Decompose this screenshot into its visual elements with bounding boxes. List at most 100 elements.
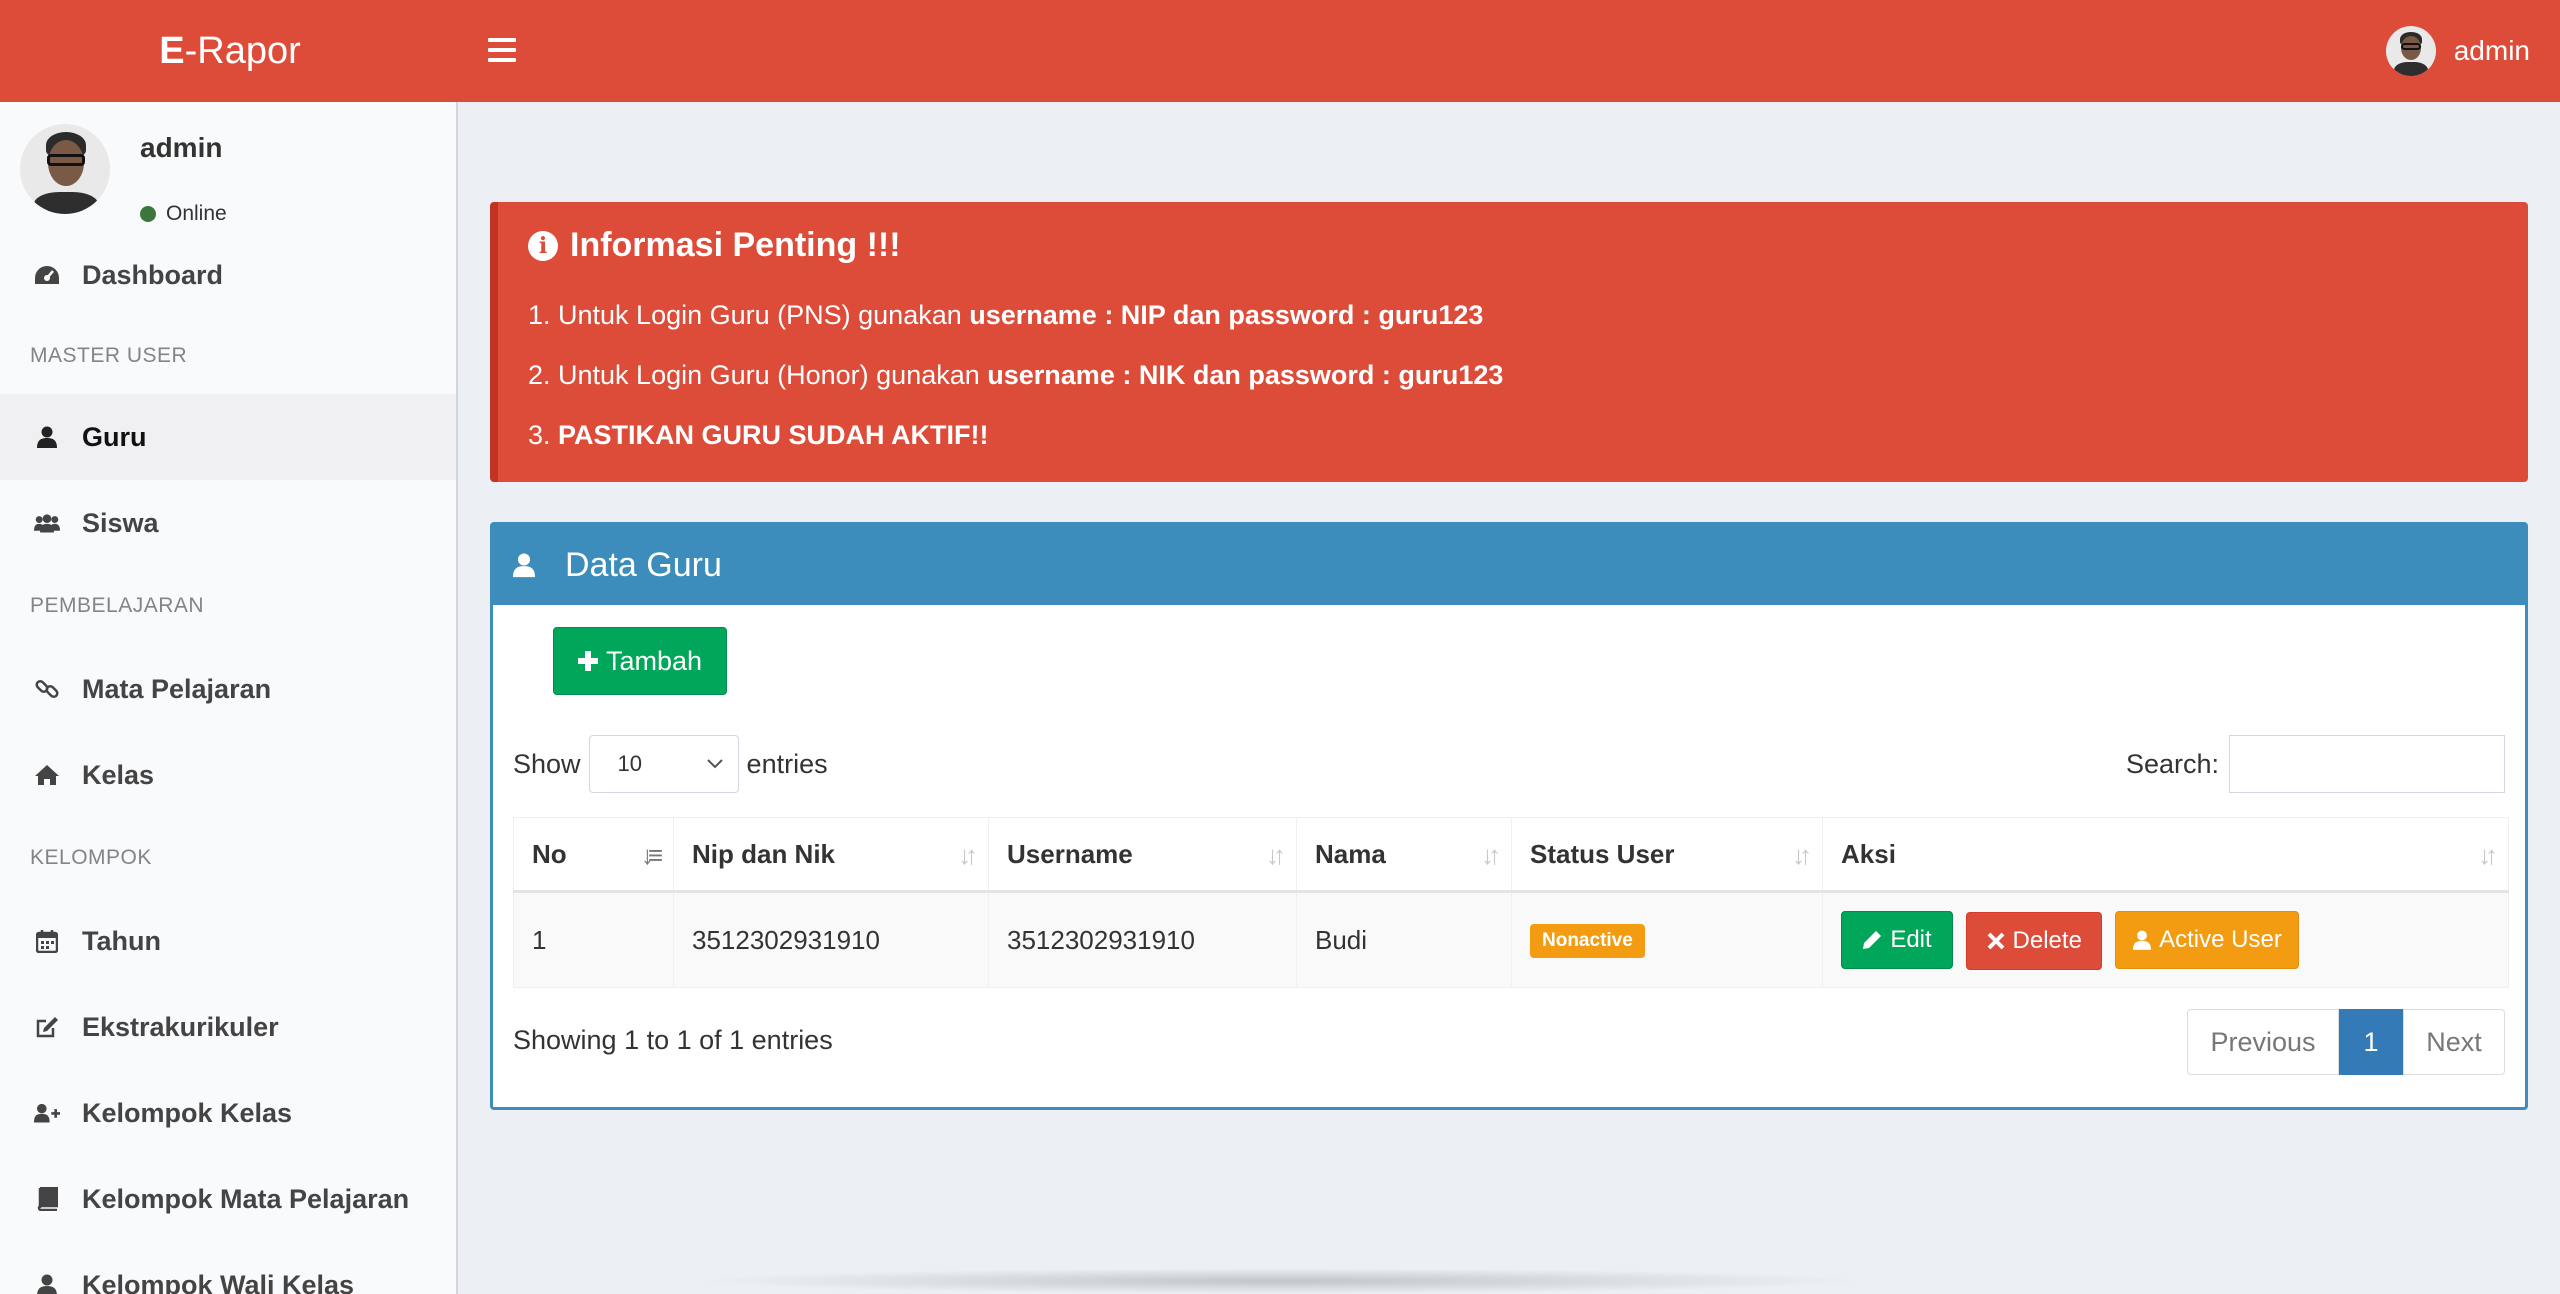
sidebar-item-kelas[interactable]: Kelas — [0, 732, 456, 818]
col-status[interactable]: Status User ↓↑ — [1511, 817, 1823, 893]
app-logo[interactable]: E -Rapor — [0, 0, 460, 102]
important-info-alert: i Informasi Penting !!! 1. Untuk Login G… — [490, 202, 2528, 482]
user-icon — [513, 552, 535, 578]
users-icon — [34, 510, 60, 536]
sidebar-item-label: Dashboard — [82, 259, 224, 290]
alert-line-2: 2. Untuk Login Guru (Honor) gunakan user… — [528, 360, 1504, 390]
alert-title-text: Informasi Penting !!! — [570, 226, 901, 264]
top-navbar: E -Rapor admin — [0, 0, 2560, 102]
sidebar-item-siswa[interactable]: Siswa — [0, 480, 456, 566]
sidebar-avatar — [20, 124, 110, 214]
sidebar-item-dashboard[interactable]: Dashboard — [0, 232, 456, 318]
next-page-button[interactable]: Next — [2403, 1009, 2505, 1075]
sidebar-item-label: Mata Pelajaran — [82, 673, 272, 704]
sort-icon: ↓↑ — [1481, 840, 1501, 870]
menu-header-master-user: MASTER USER — [30, 344, 188, 367]
edit-button[interactable]: Edit — [1841, 910, 1953, 969]
cell-nip: 3512302931910 — [673, 891, 989, 988]
col-aksi[interactable]: Aksi ↓↑ — [1822, 817, 2509, 893]
sort-icon: ↓↑ — [1792, 840, 1812, 870]
link-icon — [34, 676, 60, 702]
logo-text: -Rapor — [184, 29, 301, 72]
user-icon — [2133, 930, 2152, 950]
sidebar-item-guru[interactable]: Guru — [0, 394, 456, 480]
entries-label: entries — [746, 748, 828, 779]
calendar-icon — [34, 928, 60, 954]
header-username: admin — [2453, 35, 2530, 66]
pencil-icon — [1863, 930, 1882, 949]
cell-status: Nonactive — [1511, 891, 1823, 988]
data-guru-box: Data Guru Tambah Show 10 entries Search:… — [490, 522, 2528, 1110]
online-status-label: Online — [166, 202, 227, 225]
table-info: Showing 1 to 1 of 1 entries — [513, 1025, 833, 1055]
pagination: Previous 1 Next — [2187, 1009, 2505, 1075]
edit-icon — [34, 1014, 60, 1040]
sidebar-item-label: Kelompok Kelas — [82, 1097, 293, 1128]
alert-title: i Informasi Penting !!! — [528, 226, 2498, 265]
dashboard-icon — [34, 262, 60, 288]
menu-header-kelompok: KELOMPOK — [30, 846, 152, 869]
sidebar-item-label: Siswa — [82, 507, 159, 538]
sort-asc-icon: ↓≡ — [640, 840, 663, 870]
info-circle-icon: i — [528, 230, 558, 261]
sidebar-item-label: Kelompok Wali Kelas — [82, 1269, 355, 1294]
box-title: Data Guru — [565, 545, 722, 584]
delete-button[interactable]: Delete — [1966, 911, 2103, 970]
sidebar-item-label: Tahun — [82, 925, 161, 956]
col-nip[interactable]: Nip dan Nik ↓↑ — [673, 817, 989, 893]
entries-select[interactable]: 10 — [588, 735, 739, 793]
cell-nama: Budi — [1296, 891, 1512, 988]
user-panel: admin Online — [20, 124, 440, 226]
col-nama[interactable]: Nama ↓↑ — [1296, 817, 1512, 893]
online-dot-icon — [140, 206, 156, 222]
sidebar-item-kelompok-kelas[interactable]: Kelompok Kelas — [0, 1070, 456, 1156]
search-input[interactable] — [2229, 735, 2505, 793]
sidebar-item-tahun[interactable]: Tahun — [0, 898, 456, 984]
menu-header-pembelajaran: PEMBELAJARAN — [30, 594, 205, 617]
sidebar-toggle-icon[interactable] — [488, 38, 516, 62]
guru-table: No ↓≡ Nip dan Nik ↓↑ Username ↓↑ Nama ↓↑ Sta… — [513, 817, 2509, 988]
plus-icon — [577, 651, 598, 671]
status-badge: Nonactive — [1530, 924, 1645, 958]
active-user-button[interactable]: Active User — [2115, 910, 2300, 969]
search-label: Search: — [2125, 748, 2219, 779]
previous-page-button[interactable]: Previous — [2187, 1009, 2339, 1075]
user-tie-icon — [34, 1272, 60, 1294]
col-username[interactable]: Username ↓↑ — [988, 817, 1297, 893]
sort-icon: ↓↑ — [958, 840, 978, 870]
table-row: 1 3512302931910 3512302931910 Budi Nonac… — [513, 891, 2509, 988]
table-header-row: No ↓≡ Nip dan Nik ↓↑ Username ↓↑ Nama ↓↑ Sta… — [513, 817, 2509, 893]
alert-line-3: 3. PASTIKAN GURU SUDAH AKTIF!! — [528, 420, 989, 450]
bottom-shadow — [690, 1268, 1870, 1294]
add-guru-button[interactable]: Tambah — [553, 627, 727, 695]
search-control: Search: — [2126, 735, 2505, 793]
close-icon — [1987, 932, 2004, 949]
sort-icon: ↓↑ — [1266, 840, 1286, 870]
entries-select-value: 10 — [617, 751, 643, 776]
page-1-button[interactable]: 1 — [2339, 1009, 2403, 1075]
box-header: Data Guru — [493, 525, 2525, 605]
sidebar-username: admin — [140, 132, 223, 163]
online-status: Online — [140, 202, 227, 226]
sort-icon: ↓↑ — [2478, 840, 2498, 870]
user-menu[interactable]: admin — [2385, 0, 2530, 102]
sidebar-item-kelompok-wali-kelas[interactable]: Kelompok Wali Kelas — [0, 1242, 456, 1294]
user-icon — [34, 424, 60, 450]
alert-line-1: 1. Untuk Login Guru (PNS) gunakan userna… — [528, 300, 1484, 330]
sidebar-item-ekstrakurikuler[interactable]: Ekstrakurikuler — [0, 984, 456, 1070]
col-no[interactable]: No ↓≡ — [513, 817, 674, 893]
show-entries-control: Show 10 entries — [513, 735, 828, 793]
logo-bold: E — [159, 29, 185, 72]
sidebar-item-mata-pelajaran[interactable]: Mata Pelajaran — [0, 646, 456, 732]
header-avatar — [2385, 26, 2436, 76]
sidebar-item-label: Guru — [82, 421, 147, 452]
user-plus-icon — [34, 1100, 60, 1126]
sidebar-item-label: Kelas — [82, 759, 155, 790]
show-label: Show — [513, 748, 581, 779]
sidebar-item-label: Ekstrakurikuler — [82, 1011, 279, 1042]
cell-actions: Edit Delete Active User — [1822, 891, 2509, 988]
sidebar-item-kelompok-mata-pelajaran[interactable]: Kelompok Mata Pelajaran — [0, 1156, 456, 1242]
book-icon — [34, 1186, 60, 1212]
home-icon — [34, 762, 60, 788]
cell-username: 3512302931910 — [988, 891, 1297, 988]
